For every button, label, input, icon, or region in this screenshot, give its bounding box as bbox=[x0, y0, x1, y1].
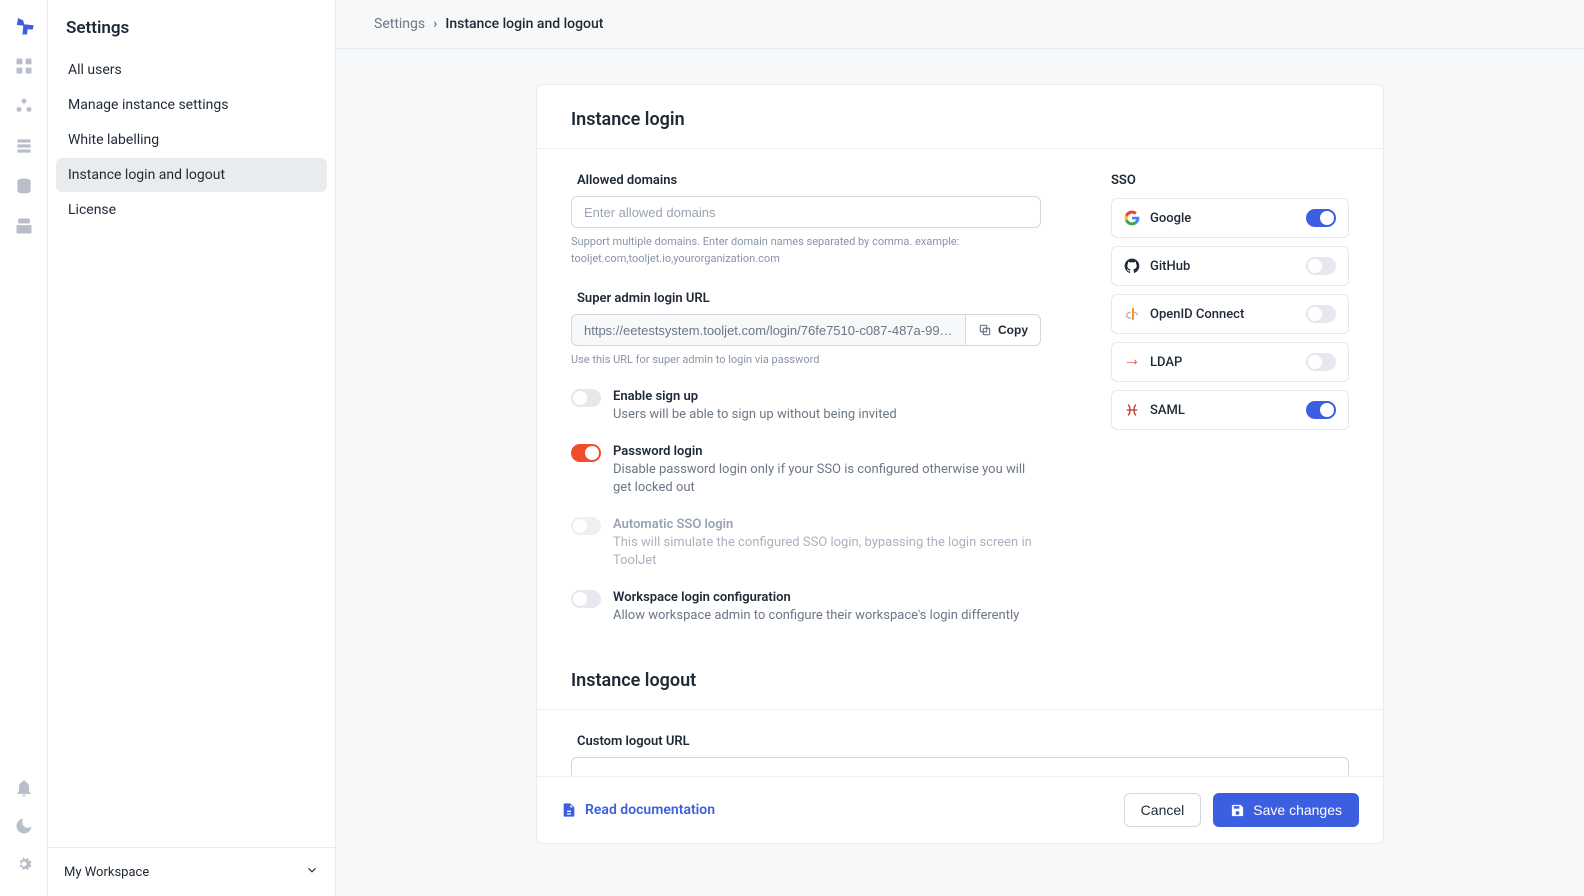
workspace-login-config-desc: Allow workspace admin to configure their… bbox=[613, 607, 1041, 625]
marketplace-icon[interactable] bbox=[14, 216, 34, 236]
saml-sso-toggle[interactable] bbox=[1306, 401, 1336, 419]
settings-panel: Instance login Allowed domains Support m… bbox=[536, 84, 1384, 844]
doc-link-label: Read documentation bbox=[585, 802, 715, 818]
notification-icon[interactable] bbox=[14, 778, 34, 798]
sso-label: LDAP bbox=[1150, 355, 1296, 370]
sso-label: SAML bbox=[1150, 403, 1296, 418]
datasource-icon[interactable] bbox=[14, 176, 34, 196]
automatic-sso-toggle bbox=[571, 517, 601, 535]
saml-icon bbox=[1124, 402, 1140, 418]
sidebar-title: Settings bbox=[48, 0, 335, 52]
sso-item-openid[interactable]: OpenID Connect bbox=[1111, 294, 1349, 334]
sso-item-google[interactable]: Google bbox=[1111, 198, 1349, 238]
sidebar-item-license[interactable]: License bbox=[56, 193, 327, 227]
workspace-icon[interactable] bbox=[14, 96, 34, 116]
github-sso-toggle[interactable] bbox=[1306, 257, 1336, 275]
instance-logout-title: Instance logout bbox=[537, 646, 1383, 710]
allowed-domains-helper: Support multiple domains. Enter domain n… bbox=[571, 234, 1041, 267]
sidebar-item-manage-instance-settings[interactable]: Manage instance settings bbox=[56, 88, 327, 122]
main-area: Settings › Instance login and logout Ins… bbox=[336, 0, 1584, 896]
sidebar-item-instance-login-logout[interactable]: Instance login and logout bbox=[56, 158, 327, 192]
github-icon bbox=[1124, 258, 1140, 274]
super-admin-url-input[interactable] bbox=[571, 314, 966, 346]
sso-label: OpenID Connect bbox=[1150, 307, 1296, 322]
icon-rail bbox=[0, 0, 48, 896]
apps-icon[interactable] bbox=[14, 56, 34, 76]
workspace-name: My Workspace bbox=[64, 865, 149, 880]
allowed-domains-input[interactable] bbox=[571, 196, 1041, 228]
database-icon[interactable] bbox=[14, 136, 34, 156]
password-login-title: Password login bbox=[613, 444, 1041, 459]
save-changes-button[interactable]: Save changes bbox=[1213, 793, 1359, 827]
enable-signup-title: Enable sign up bbox=[613, 389, 1041, 404]
sso-label: GitHub bbox=[1150, 259, 1296, 274]
openid-sso-toggle[interactable] bbox=[1306, 305, 1336, 323]
password-login-desc: Disable password login only if your SSO … bbox=[613, 461, 1041, 497]
custom-logout-url-input[interactable] bbox=[571, 757, 1349, 776]
chevron-down-icon bbox=[305, 863, 319, 881]
settings-gear-icon[interactable] bbox=[14, 854, 34, 874]
ldap-icon bbox=[1124, 354, 1140, 370]
read-documentation-link[interactable]: Read documentation bbox=[561, 802, 715, 818]
copy-icon bbox=[978, 323, 992, 337]
sso-label: Google bbox=[1150, 211, 1296, 226]
breadcrumb-separator-icon: › bbox=[433, 16, 437, 32]
password-login-toggle[interactable] bbox=[571, 444, 601, 462]
google-sso-toggle[interactable] bbox=[1306, 209, 1336, 227]
instance-login-title: Instance login bbox=[537, 85, 1383, 149]
breadcrumb: Settings › Instance login and logout bbox=[336, 0, 1584, 49]
copy-button[interactable]: Copy bbox=[966, 314, 1041, 346]
super-admin-url-helper: Use this URL for super admin to login vi… bbox=[571, 352, 1041, 369]
sso-item-github[interactable]: GitHub bbox=[1111, 246, 1349, 286]
google-icon bbox=[1124, 210, 1140, 226]
automatic-sso-desc: This will simulate the configured SSO lo… bbox=[613, 534, 1041, 570]
automatic-sso-title: Automatic SSO login bbox=[613, 517, 1041, 532]
enable-signup-toggle[interactable] bbox=[571, 389, 601, 407]
allowed-domains-label: Allowed domains bbox=[577, 173, 1041, 188]
copy-button-label: Copy bbox=[998, 323, 1028, 337]
openid-icon bbox=[1124, 306, 1140, 322]
sso-title: SSO bbox=[1111, 173, 1349, 188]
panel-footer: Read documentation Cancel Save changes bbox=[537, 776, 1383, 843]
workspace-login-config-toggle[interactable] bbox=[571, 590, 601, 608]
workspace-switcher[interactable]: My Workspace bbox=[48, 847, 335, 896]
cancel-button[interactable]: Cancel bbox=[1124, 793, 1202, 827]
sidebar-item-all-users[interactable]: All users bbox=[56, 53, 327, 87]
breadcrumb-root[interactable]: Settings bbox=[374, 16, 425, 32]
dark-mode-icon[interactable] bbox=[14, 816, 34, 836]
workspace-login-config-title: Workspace login configuration bbox=[613, 590, 1041, 605]
settings-sidebar: Settings All users Manage instance setti… bbox=[48, 0, 336, 896]
brand-icon[interactable] bbox=[13, 14, 35, 36]
document-icon bbox=[561, 802, 577, 818]
custom-logout-url-label: Custom logout URL bbox=[577, 734, 1349, 749]
sidebar-item-white-labelling[interactable]: White labelling bbox=[56, 123, 327, 157]
sso-item-ldap[interactable]: LDAP bbox=[1111, 342, 1349, 382]
sso-item-saml[interactable]: SAML bbox=[1111, 390, 1349, 430]
ldap-sso-toggle[interactable] bbox=[1306, 353, 1336, 371]
breadcrumb-current: Instance login and logout bbox=[445, 16, 603, 32]
save-icon bbox=[1230, 803, 1245, 818]
enable-signup-desc: Users will be able to sign up without be… bbox=[613, 406, 1041, 424]
super-admin-url-label: Super admin login URL bbox=[577, 291, 1041, 306]
